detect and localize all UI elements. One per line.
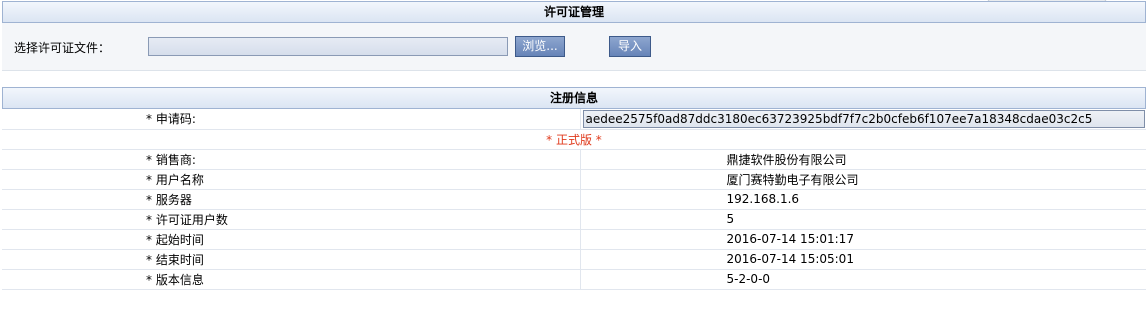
table-row: * 用户名称 厦门赛特勤电子有限公司 [2,169,1146,190]
request-code-field[interactable]: aedee2575f0ad87ddc3180ec63723925bdf7f7c2… [582,109,1145,128]
request-code-row: * 申请码: aedee2575f0ad87ddc3180ec63723925b… [2,109,1146,130]
table-row: * 起始时间 2016-07-14 15:01:17 [2,229,1146,250]
vendor-value: 鼎捷软件股份有限公司 [580,149,1146,170]
license-file-label: 选择许可证文件： [14,41,111,55]
registration-info-header: 注册信息 [2,87,1146,109]
license-user-count-label: * 许可证用户数 [2,209,581,230]
edition-label: * 正式版 * [2,129,1146,150]
request-code-cell: aedee2575f0ad87ddc3180ec63723925bdf7f7c2… [580,109,1146,130]
license-page: 许可证管理 选择许可证文件： 浏览... 导入 注册信息 * 申请码: aede… [0,0,1146,322]
license-management-title: 许可证管理 [543,5,604,19]
table-row: * 版本信息 5-2-0-0 [2,269,1146,290]
start-time-label: * 起始时间 [2,229,581,250]
table-row: * 销售商: 鼎捷软件股份有限公司 [2,149,1146,170]
end-time-label: * 结束时间 [2,249,581,270]
edition-row: * 正式版 * [2,129,1146,150]
end-time-value: 2016-07-14 15:05:01 [580,249,1146,270]
table-row: * 服务器 192.168.1.6 [2,189,1146,210]
version-info-label: * 版本信息 [2,269,581,290]
license-upload-panel: 选择许可证文件： 浏览... 导入 [2,23,1146,71]
license-file-input[interactable] [148,37,508,56]
table-row: * 许可证用户数 5 [2,209,1146,230]
license-user-count-value: 5 [580,209,1146,230]
server-value: 192.168.1.6 [580,189,1146,210]
vendor-label: * 销售商: [2,149,581,170]
browse-button[interactable]: 浏览... [515,36,565,57]
import-button[interactable]: 导入 [609,36,651,57]
version-info-value: 5-2-0-0 [580,269,1146,290]
license-management-header: 许可证管理 [2,1,1146,23]
user-name-value: 厦门赛特勤电子有限公司 [580,169,1146,190]
table-row: * 结束时间 2016-07-14 15:05:01 [2,249,1146,270]
user-name-label: * 用户名称 [2,169,581,190]
server-label: * 服务器 [2,189,581,210]
registration-info-title: 注册信息 [549,91,598,105]
start-time-value: 2016-07-14 15:01:17 [580,229,1146,250]
registration-info-table: * 申请码: aedee2575f0ad87ddc3180ec63723925b… [2,109,1146,290]
request-code-label: * 申请码: [2,109,581,130]
